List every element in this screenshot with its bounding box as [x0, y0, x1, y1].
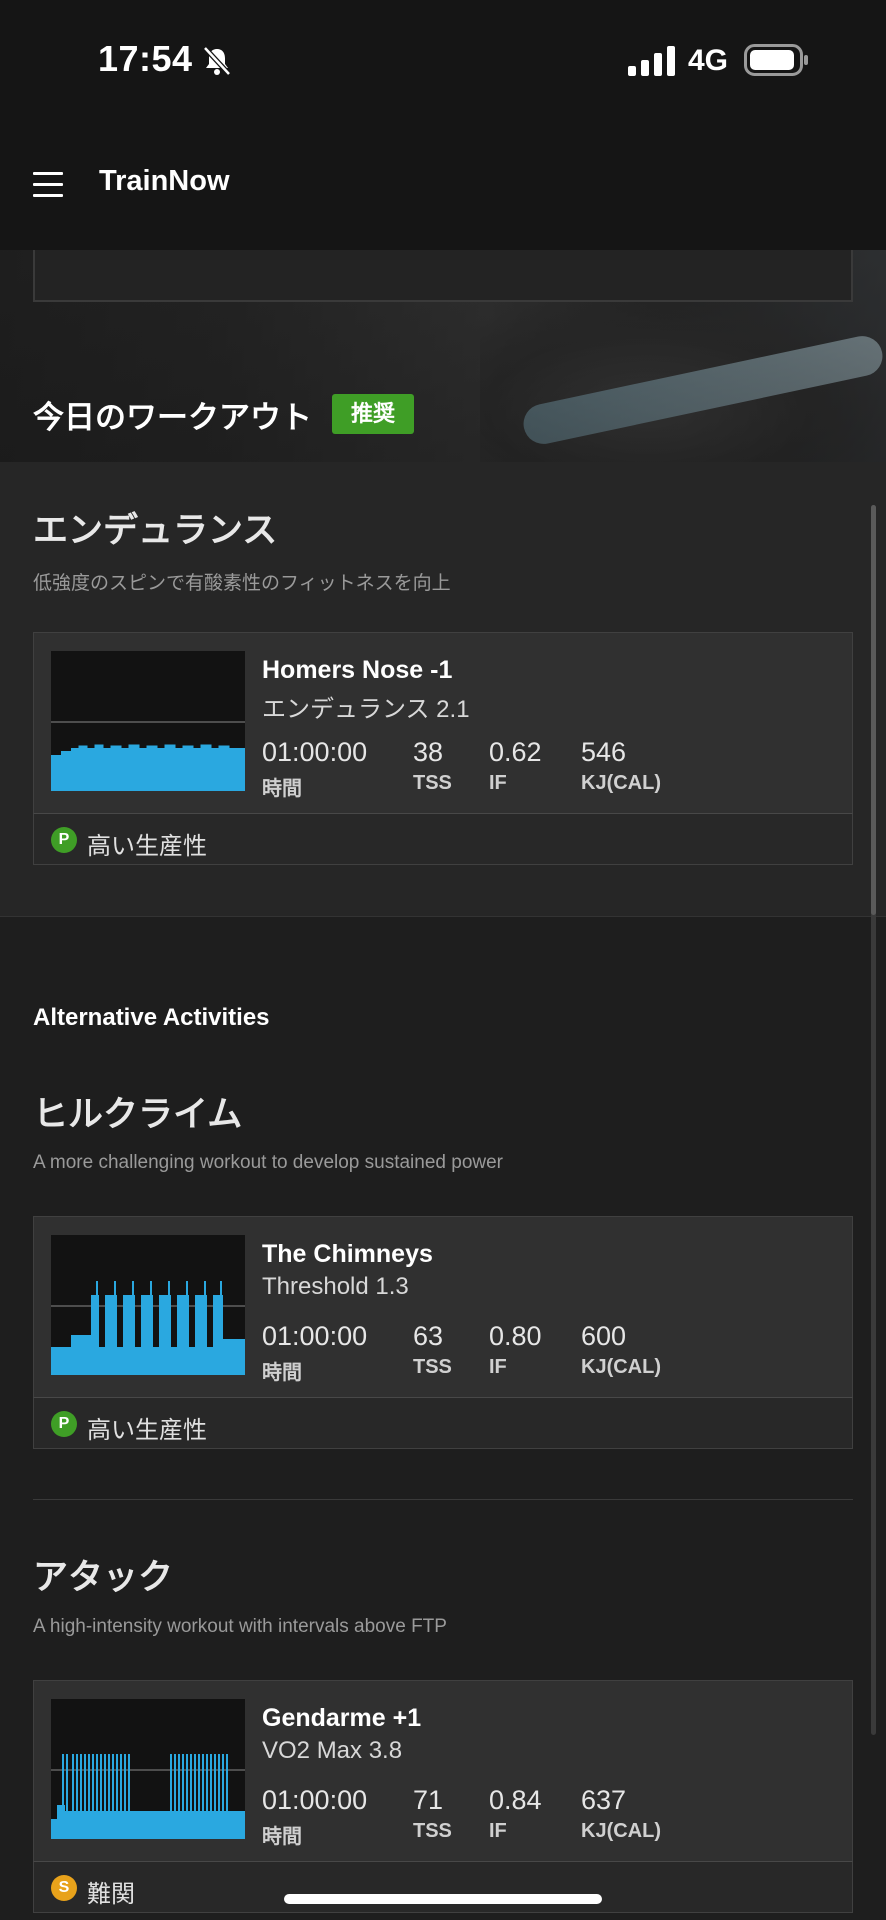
workout-profile-graph	[51, 1699, 245, 1839]
category-description: 低強度のスピンで有酸素性のフィットネスを向上	[33, 573, 451, 594]
if-label: IF	[489, 1820, 507, 1842]
duration-value: 01:00:00	[262, 737, 368, 767]
kj-label: KJ(CAL)	[581, 772, 661, 794]
workout-card-footer[interactable]: P 高い生産性	[33, 813, 853, 865]
workout-profile-graph	[51, 1235, 245, 1375]
workout-level: Threshold 1.3	[262, 1273, 409, 1300]
if-value: 0.62	[489, 737, 542, 767]
section-divider	[0, 916, 886, 917]
workout-level: エンデュランス 2.1	[262, 696, 470, 723]
workout-card[interactable]: Gendarme +1 VO2 Max 3.8 01:00:00 71 0.84…	[33, 1680, 853, 1862]
if-value: 0.84	[489, 1785, 542, 1815]
workout-profile-chart	[51, 721, 245, 791]
network-type: 4G	[688, 44, 729, 77]
category-title: ヒルクライム	[33, 1095, 243, 1134]
kj-value: 600	[581, 1321, 627, 1351]
kj-label: KJ(CAL)	[581, 1356, 661, 1378]
difficulty-label: 高い生産性	[87, 833, 207, 860]
tss-value: 71	[413, 1785, 444, 1815]
stretch-badge-icon: S	[51, 1875, 77, 1901]
difficulty-label: 難関	[87, 1881, 135, 1908]
difficulty-label: 高い生産性	[87, 1417, 207, 1444]
kj-label: KJ(CAL)	[581, 1820, 661, 1842]
workout-level: VO2 Max 3.8	[262, 1737, 403, 1764]
if-value: 0.80	[489, 1321, 542, 1351]
app-title: TrainNow	[99, 165, 230, 197]
tss-label: TSS	[413, 772, 452, 794]
category-description: A high-intensity workout with intervals …	[33, 1616, 447, 1637]
alternative-activities-heading: Alternative Activities	[33, 1004, 270, 1031]
scrollbar-thumb[interactable]	[871, 505, 876, 915]
if-label: IF	[489, 1356, 507, 1378]
todays-workout-heading: 今日のワークアウト	[33, 400, 312, 435]
workout-profile-chart	[51, 1754, 245, 1839]
duration-value: 01:00:00	[262, 1321, 368, 1351]
kj-value: 637	[581, 1785, 627, 1815]
productive-badge-icon: P	[51, 1411, 77, 1437]
bell-muted-icon	[203, 46, 231, 76]
workout-name: Homers Nose -1	[262, 656, 453, 684]
recommended-badge: 推奨	[332, 394, 414, 434]
duration-label: 時間	[262, 778, 302, 800]
duration-label: 時間	[262, 1826, 302, 1848]
workout-profile-graph	[51, 651, 245, 791]
kj-value: 546	[581, 737, 627, 767]
section-divider	[33, 1499, 853, 1500]
category-title: エンデュランス	[33, 511, 278, 550]
workout-card[interactable]: The Chimneys Threshold 1.3 01:00:00 63 0…	[33, 1216, 853, 1398]
hamburger-menu-icon[interactable]	[33, 172, 63, 198]
if-label: IF	[489, 772, 507, 794]
battery-icon	[744, 44, 808, 76]
status-time: 17:54	[98, 38, 193, 79]
category-title: アタック	[33, 1558, 174, 1597]
productive-badge-icon: P	[51, 827, 77, 853]
workout-card-footer[interactable]: S 難関	[33, 1861, 853, 1913]
category-description: A more challenging workout to develop su…	[33, 1152, 504, 1173]
cellular-signal-icon	[628, 46, 675, 76]
tss-label: TSS	[413, 1820, 452, 1842]
tss-value: 38	[413, 737, 444, 767]
home-indicator[interactable]	[284, 1894, 602, 1904]
tss-label: TSS	[413, 1356, 452, 1378]
workout-card-footer[interactable]: P 高い生産性	[33, 1397, 853, 1449]
tss-value: 63	[413, 1321, 444, 1351]
workout-name: The Chimneys	[262, 1240, 433, 1268]
filter-panel	[33, 250, 853, 302]
workout-profile-chart	[51, 1281, 245, 1375]
workout-name: Gendarme +1	[262, 1704, 422, 1732]
duration-value: 01:00:00	[262, 1785, 368, 1815]
workout-card[interactable]: Homers Nose -1 エンデュランス 2.1 01:00:00 38 0…	[33, 632, 853, 814]
duration-label: 時間	[262, 1362, 302, 1384]
